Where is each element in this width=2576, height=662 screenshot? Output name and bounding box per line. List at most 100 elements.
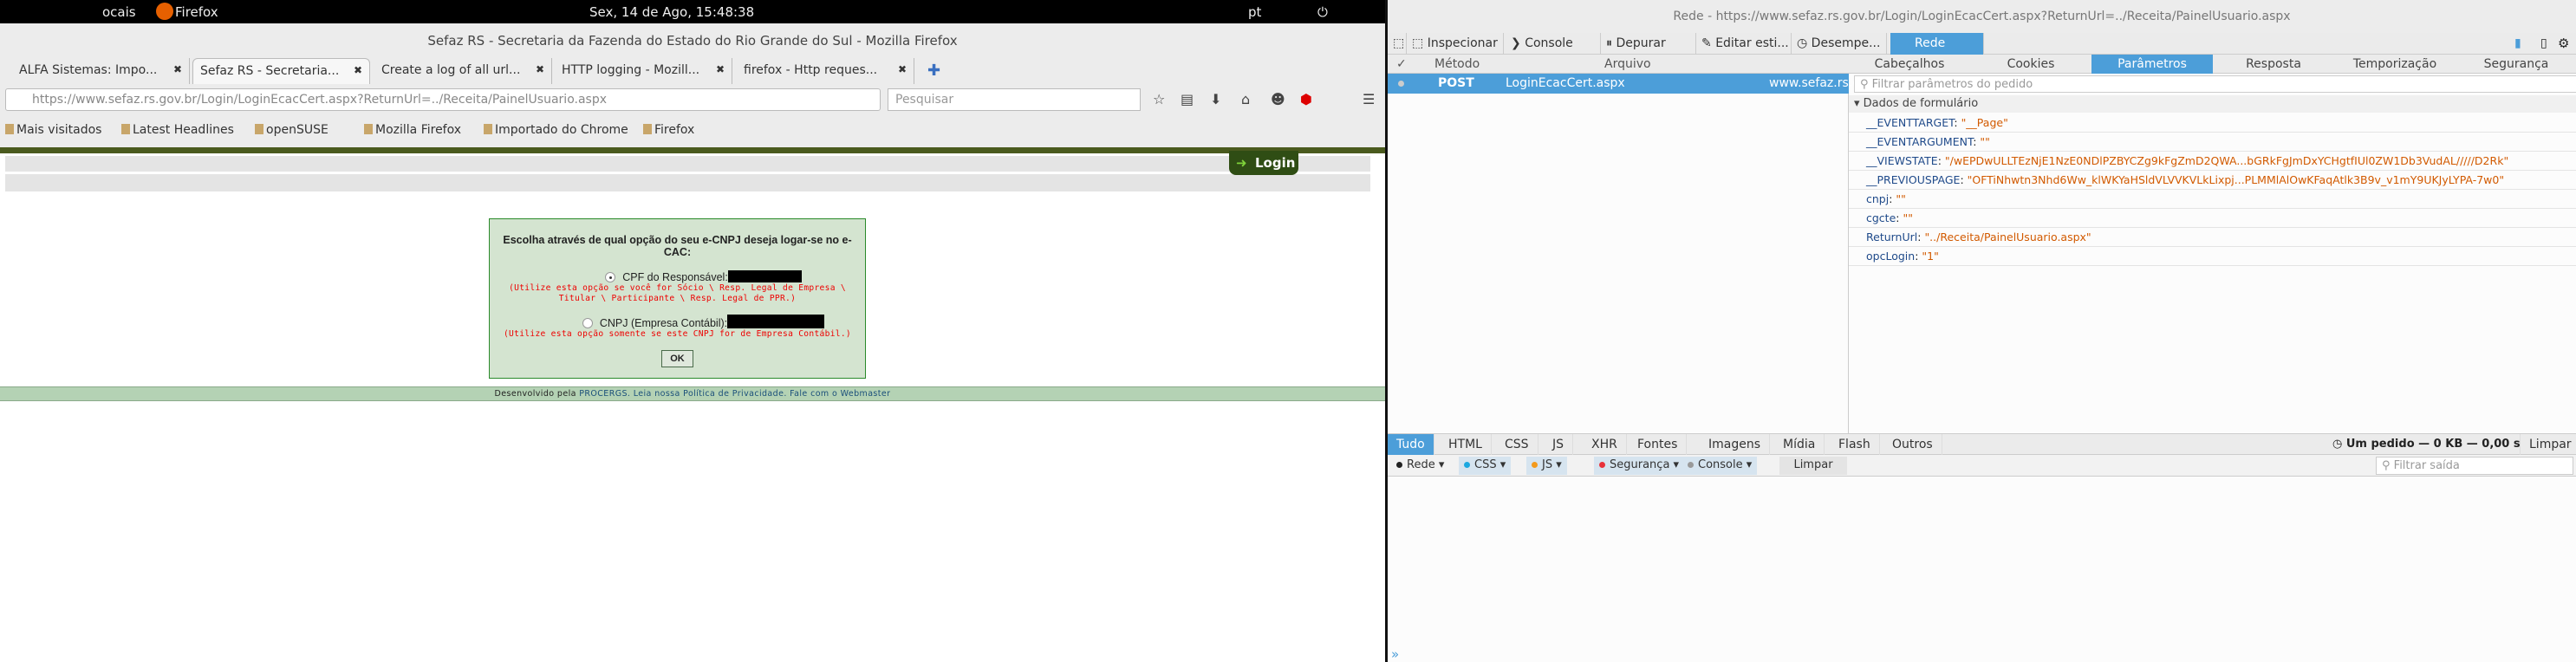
- filter-xhr[interactable]: XHR: [1583, 434, 1627, 455]
- pick-element-icon[interactable]: ⬚: [1388, 33, 1407, 55]
- tool-rede[interactable]: Rede: [1890, 33, 1984, 55]
- filter-flash[interactable]: Flash: [1830, 434, 1880, 455]
- tab-resposta[interactable]: Resposta: [2213, 55, 2334, 74]
- details-tabs: Cabeçalhos Cookies Parâmetros Resposta T…: [1849, 55, 2576, 74]
- cnpj-hint: (Utilize esta opção somente se este CNPJ…: [503, 329, 851, 339]
- console-filter-rede[interactable]: Rede ▾: [1391, 457, 1449, 475]
- filter-midia[interactable]: Mídia: [1774, 434, 1825, 455]
- tab-sefaz[interactable]: Sefaz RS - Secretaria... ✖: [192, 58, 370, 84]
- params-filter-input[interactable]: ⚲ Filtrar parâmetros do pedido: [1854, 75, 2576, 93]
- bookmark-opensuse[interactable]: openSUSE: [255, 123, 329, 137]
- ok-button[interactable]: OK: [661, 350, 693, 367]
- request-file: LoginEcacCert.aspx: [1506, 76, 1625, 90]
- cpf-label: CPF do Responsável:: [622, 271, 728, 283]
- request-method: POST: [1438, 76, 1474, 90]
- console-filter-console[interactable]: Console ▾: [1682, 457, 1758, 475]
- console-filter-seguranca[interactable]: Segurança ▾: [1594, 457, 1685, 475]
- webmaster-link[interactable]: Fale com o Webmaster: [790, 389, 890, 399]
- console-clear-button[interactable]: Limpar: [1779, 457, 1847, 475]
- user-menu[interactable]: ocais: [102, 4, 136, 20]
- console-filter-js[interactable]: JS ▾: [1526, 457, 1567, 475]
- filter-html[interactable]: HTML: [1440, 434, 1492, 455]
- tool-console[interactable]: ❯ Console: [1506, 33, 1601, 55]
- status-dot: [1398, 81, 1404, 87]
- settings-icon[interactable]: ⚙: [2558, 36, 2569, 51]
- param-row: ReturnUrl: "../Receita/PainelUsuario.asp…: [1849, 228, 2576, 247]
- column-arquivo[interactable]: Arquivo: [1604, 57, 1651, 71]
- bookmark-mais-visitados[interactable]: Mais visitados: [5, 123, 101, 137]
- tab-label: ALFA Sistemas: Impo...: [19, 63, 158, 77]
- form-data-section[interactable]: ▾ Dados de formulário: [1849, 95, 2576, 113]
- cpf-radio[interactable]: [605, 272, 616, 282]
- procergs-link[interactable]: PROCERGS.: [579, 389, 630, 399]
- language-menu[interactable]: pt: [1248, 4, 1261, 20]
- console-prompt[interactable]: »: [1391, 646, 1399, 662]
- privacy-link[interactable]: Leia nossa Política de Privacidade.: [634, 389, 787, 399]
- tool-editar-estilo[interactable]: ✎ Editar esti...: [1696, 33, 1792, 55]
- bookmark-mozilla-firefox[interactable]: Mozilla Firefox: [364, 123, 461, 137]
- menu-icon[interactable]: ☰: [1363, 91, 1375, 107]
- filter-outros[interactable]: Outros: [1883, 434, 1942, 455]
- adblock-icon[interactable]: ⬢: [1300, 91, 1312, 107]
- download-icon[interactable]: ⬇: [1210, 91, 1221, 107]
- tab-parametros[interactable]: Parâmetros: [2091, 55, 2213, 74]
- cpf-hint: (Utilize esta opção se você for Sócio \ …: [509, 283, 846, 303]
- console-filters: Rede ▾ CSS ▾ JS ▾ Segurança ▾ Console ▾ …: [1388, 455, 2576, 477]
- filter-tudo[interactable]: Tudo: [1388, 434, 1434, 455]
- request-summary: ◷ Um pedido — 0 KB — 0,00 s: [2332, 438, 2521, 451]
- tab-seguranca[interactable]: Segurança: [2456, 55, 2576, 74]
- window-title: Sefaz RS - Secretaria da Fazenda do Esta…: [427, 33, 958, 49]
- close-tab-icon[interactable]: ✖: [536, 63, 544, 75]
- tab-firefox-http[interactable]: firefox - Http reques... ✖: [737, 58, 914, 84]
- close-tab-icon[interactable]: ✖: [716, 63, 725, 75]
- login-option-form: Escolha através de qual opção do seu e-C…: [489, 218, 866, 379]
- output-filter-input[interactable]: ⚲ Filtrar saída: [2376, 457, 2573, 475]
- redacted-cpf: [727, 270, 802, 282]
- url-bar[interactable]: https://www.sefaz.rs.gov.br/Login/LoginE…: [5, 88, 881, 111]
- split-console-icon[interactable]: ▮: [2514, 36, 2521, 50]
- column-metodo[interactable]: Método: [1434, 57, 1480, 71]
- bookmark-firefox[interactable]: Firefox: [643, 123, 694, 137]
- tool-desempenho[interactable]: ◷ Desempe...: [1792, 33, 1887, 55]
- param-row: cnpj: "": [1849, 190, 2576, 209]
- power-icon[interactable]: ⏻: [1317, 4, 1328, 20]
- filter-fontes[interactable]: Fontes: [1629, 434, 1688, 455]
- filter-imagens[interactable]: Imagens: [1700, 434, 1771, 455]
- tab-cookies[interactable]: Cookies: [1970, 55, 2091, 74]
- chat-icon[interactable]: ☻: [1271, 91, 1285, 107]
- tab-create-log[interactable]: Create a log of all url... ✖: [374, 58, 552, 84]
- column-status[interactable]: ✓: [1396, 57, 1407, 71]
- footer-text: Desenvolvido pela: [494, 389, 576, 399]
- bookmark-importado-chrome[interactable]: Importado do Chrome: [484, 123, 628, 137]
- tab-cabecalhos[interactable]: Cabeçalhos: [1849, 55, 1970, 74]
- filter-js[interactable]: JS: [1544, 434, 1574, 455]
- close-tab-icon[interactable]: ✖: [898, 63, 907, 75]
- clear-button[interactable]: Limpar: [2520, 434, 2576, 455]
- filter-css[interactable]: CSS: [1496, 434, 1538, 455]
- login-button[interactable]: Login: [1229, 151, 1298, 175]
- tab-http-logging[interactable]: HTTP logging - Mozill... ✖: [555, 58, 732, 84]
- bookmark-star-icon[interactable]: ☆: [1153, 91, 1165, 107]
- type-filter-tabs: Tudo HTML CSS JS XHR Fontes Imagens Mídi…: [1388, 433, 2576, 455]
- reader-list-icon[interactable]: ▤: [1181, 91, 1194, 107]
- devtools-title: Rede - https://www.sefaz.rs.gov.br/Login…: [1388, 0, 2576, 33]
- tab-temporizacao[interactable]: Temporização: [2334, 55, 2456, 74]
- app-menu[interactable]: Firefox: [175, 4, 218, 20]
- bookmark-latest-headlines[interactable]: Latest Headlines: [121, 123, 234, 137]
- devtools-toolbar: ⬚ ⬚ Inspecionar ❯ Console ⏸ Depurar ✎ Ed…: [1388, 33, 2576, 55]
- close-tab-icon[interactable]: ✖: [173, 63, 182, 75]
- home-icon[interactable]: ⌂: [1241, 91, 1250, 107]
- param-row: __VIEWSTATE: "/wEPDwULLTEzNjE1NzE0NDlPZB…: [1849, 152, 2576, 171]
- search-input[interactable]: Pesquisar: [888, 88, 1141, 111]
- tool-depurar[interactable]: ⏸ Depurar: [1601, 33, 1696, 55]
- clock[interactable]: Sex, 14 de Ago, 15:48:38: [589, 4, 754, 20]
- tab-label: HTTP logging - Mozill...: [562, 63, 700, 77]
- console-filter-css[interactable]: CSS ▾: [1459, 457, 1512, 475]
- tool-inspecionar[interactable]: ⬚ Inspecionar: [1407, 33, 1504, 55]
- responsive-icon[interactable]: ▯: [2540, 36, 2547, 50]
- tab-alfa[interactable]: ALFA Sistemas: Impo... ✖: [12, 58, 190, 84]
- new-tab-icon[interactable]: ✚: [927, 62, 940, 80]
- cnpj-radio[interactable]: [582, 318, 593, 328]
- request-row[interactable]: POST LoginEcacCert.aspx www.sefaz.rs.g: [1388, 74, 1860, 94]
- close-tab-icon[interactable]: ✖: [354, 64, 362, 76]
